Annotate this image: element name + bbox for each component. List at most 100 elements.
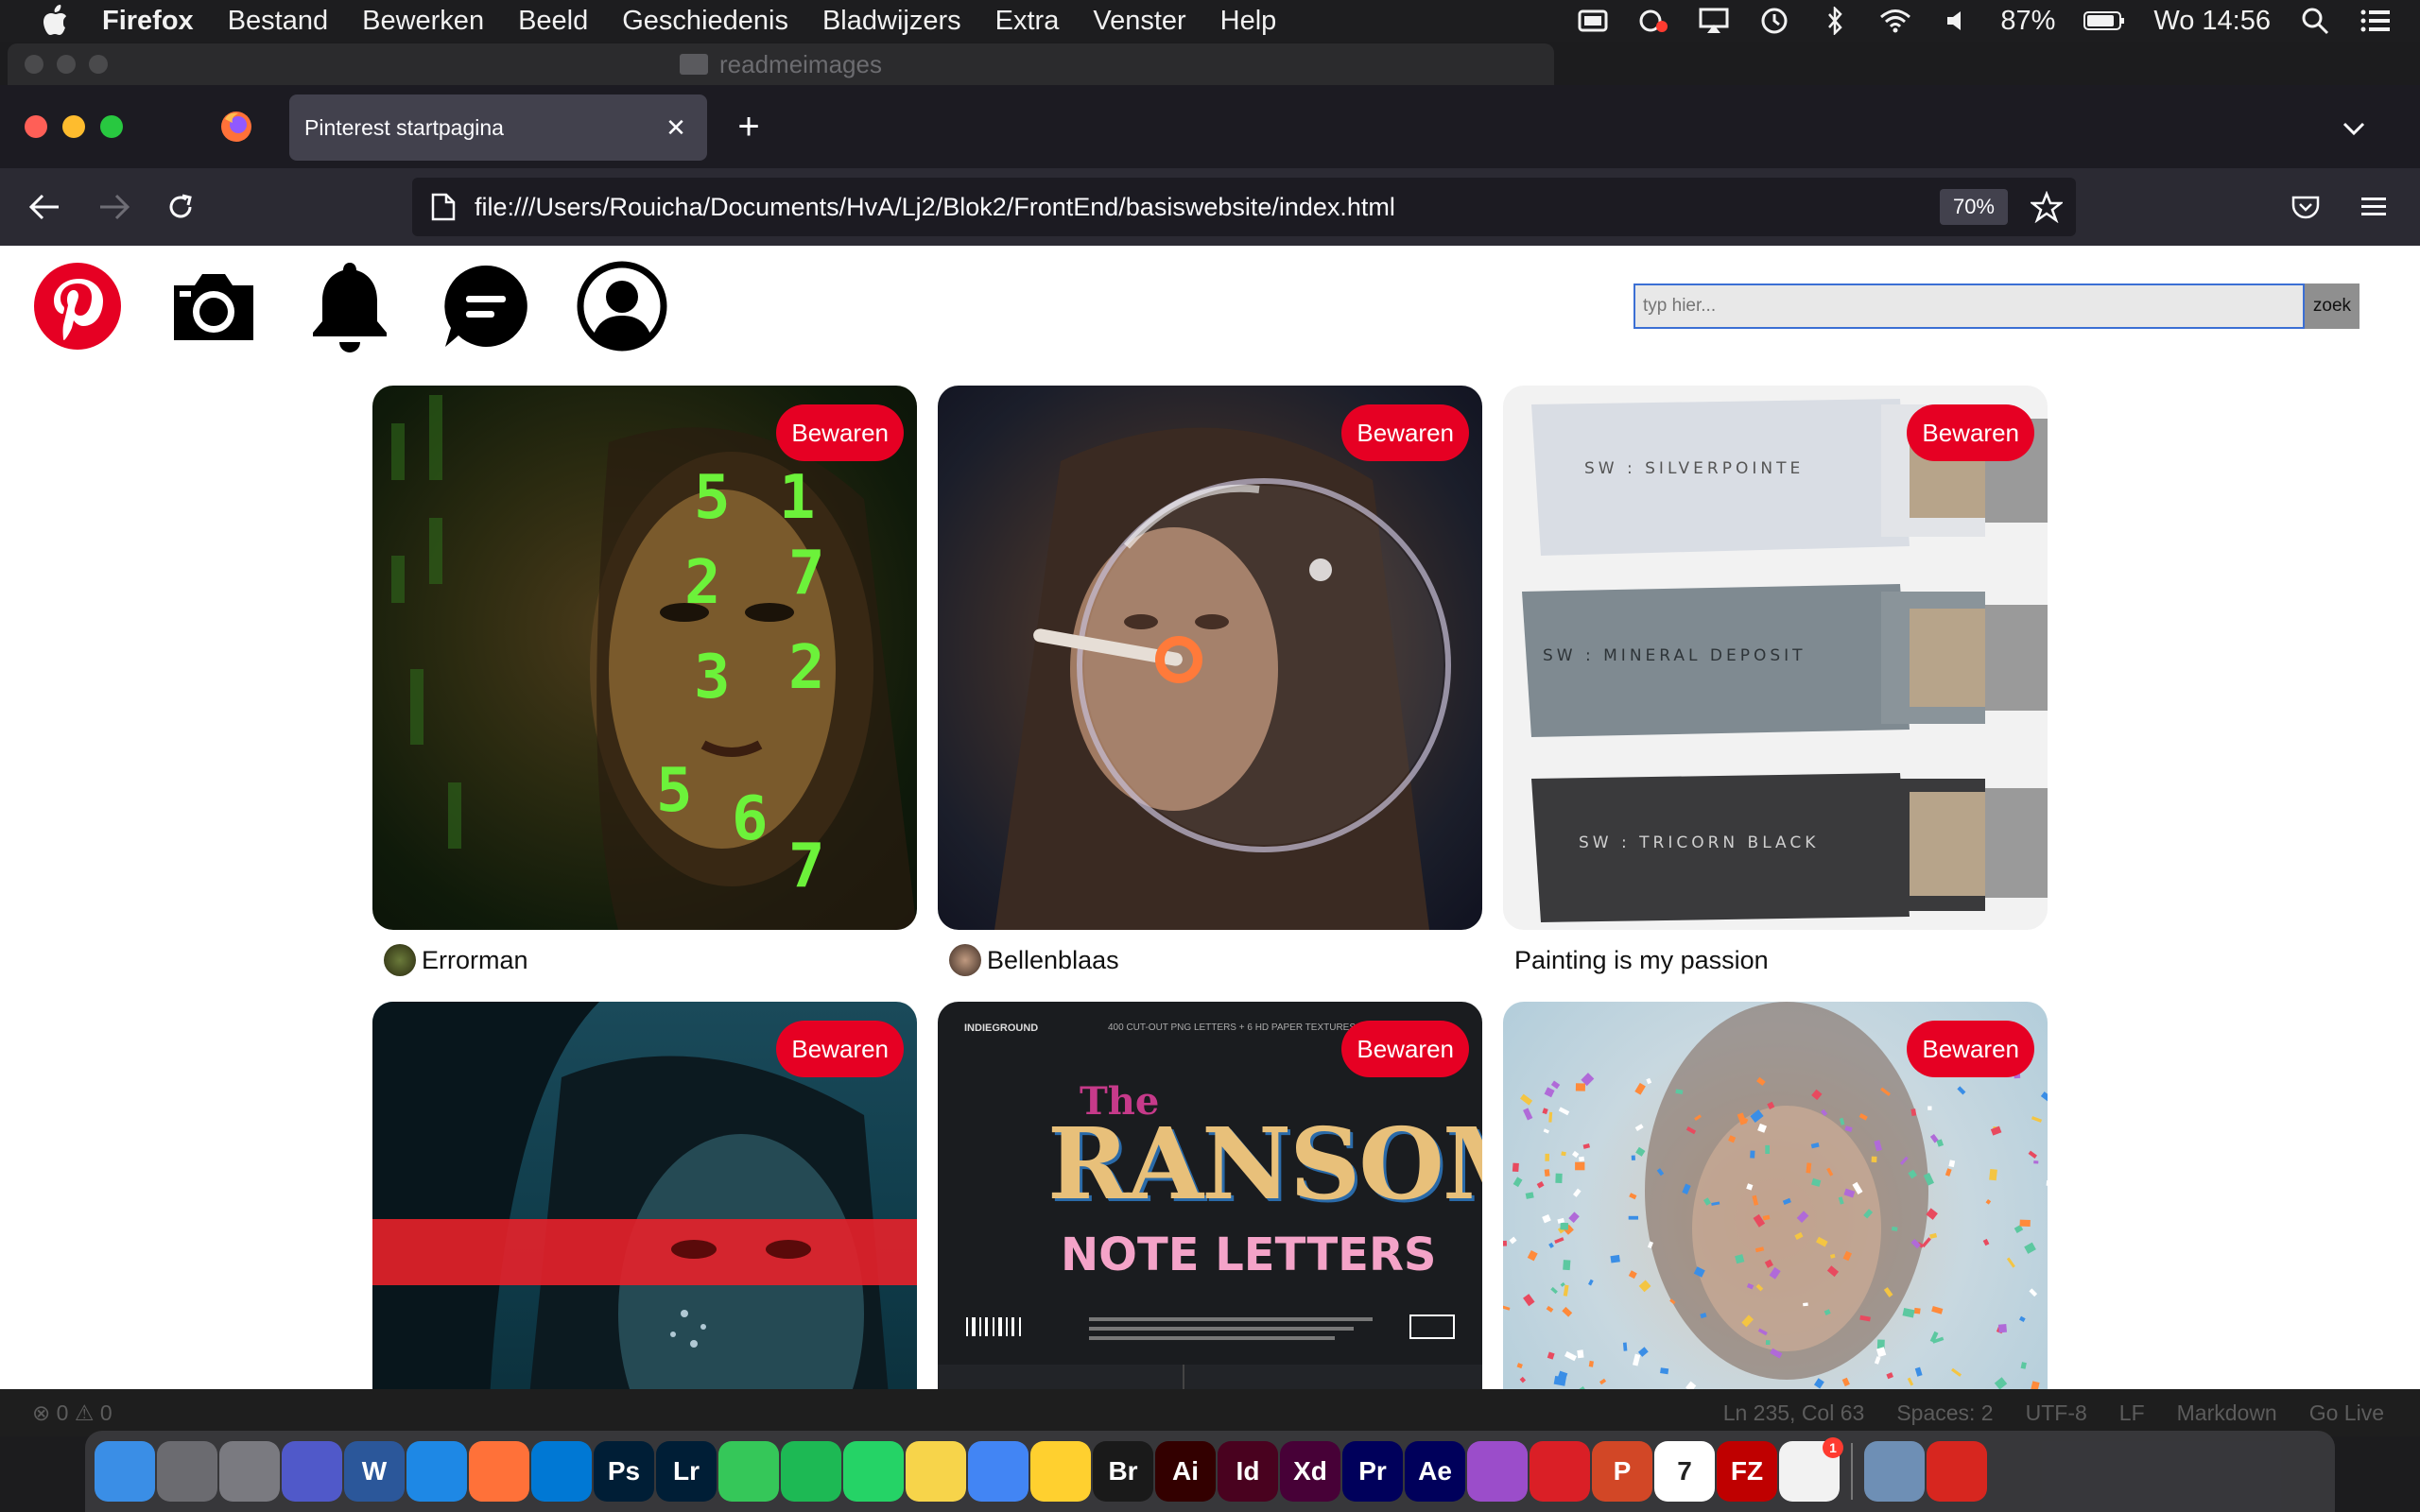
- creative-cloud-icon[interactable]: [1637, 7, 1669, 35]
- pocket-icon[interactable]: [2286, 187, 2325, 227]
- dock-whatsapp-icon[interactable]: [843, 1441, 904, 1502]
- forward-button[interactable]: [95, 187, 134, 227]
- close-window-button[interactable]: [25, 115, 47, 138]
- dock-preview-icon[interactable]: [1864, 1441, 1925, 1502]
- bookmark-star-icon[interactable]: [2029, 190, 2065, 224]
- dock-filezilla-icon[interactable]: FZ: [1717, 1441, 1777, 1502]
- bluetooth-icon[interactable]: [1819, 7, 1851, 35]
- spotlight-search-icon[interactable]: [2299, 7, 2331, 35]
- dock-launchpad-icon[interactable]: [157, 1441, 217, 1502]
- pin-card[interactable]: INDIEGROUND 400 CUT-OUT PNG LETTERS + 6 …: [938, 1002, 1482, 1389]
- menu-geschiedenis[interactable]: Geschiedenis: [622, 6, 788, 37]
- menu-bewerken[interactable]: Bewerken: [362, 6, 484, 37]
- dock-powerpoint-icon[interactable]: P: [1592, 1441, 1652, 1502]
- bell-icon[interactable]: [304, 259, 395, 353]
- pinterest-logo-icon[interactable]: [32, 259, 123, 353]
- save-button[interactable]: Bewaren: [776, 404, 904, 461]
- pin-image-red-light-face[interactable]: Bewaren: [372, 1002, 917, 1389]
- pin-card[interactable]: Bewaren Bellenblaas: [938, 386, 1482, 977]
- dock-word-icon[interactable]: W: [344, 1441, 405, 1502]
- save-button[interactable]: Bewaren: [1907, 1021, 2034, 1077]
- dock-photoshop-icon[interactable]: Ps: [594, 1441, 654, 1502]
- menu-extra[interactable]: Extra: [995, 6, 1060, 37]
- dock-finder-icon[interactable]: [95, 1441, 155, 1502]
- save-button[interactable]: Bewaren: [1907, 404, 2034, 461]
- apple-icon[interactable]: [36, 2, 74, 40]
- zoom-level-badge[interactable]: 70%: [1939, 189, 2008, 225]
- background-window-titlebar[interactable]: readmeimages: [8, 43, 1554, 85]
- camera-icon[interactable]: [168, 259, 259, 353]
- tab-pinterest[interactable]: Pinterest startpagina ✕: [289, 94, 707, 161]
- problems-count[interactable]: ⊗ 0 ⚠ 0: [32, 1400, 112, 1426]
- save-button[interactable]: Bewaren: [776, 1021, 904, 1077]
- dock-teams-icon[interactable]: [282, 1441, 342, 1502]
- cursor-position[interactable]: Ln 235, Col 63: [1723, 1400, 1865, 1426]
- url-bar[interactable]: file:///Users/Rouicha/Documents/HvA/Lj2/…: [412, 178, 2076, 236]
- dock-after-effects-icon[interactable]: Ae: [1405, 1441, 1465, 1502]
- save-button[interactable]: Bewaren: [1341, 1021, 1469, 1077]
- pin-card[interactable]: SW : SILVERPOINTE SW : MINERAL DEPOSIT S…: [1503, 386, 2048, 977]
- language-mode[interactable]: Markdown: [2177, 1400, 2277, 1426]
- dock-spotify-icon[interactable]: [781, 1441, 841, 1502]
- dock-xd-icon[interactable]: Xd: [1280, 1441, 1340, 1502]
- search-button[interactable]: zoek: [2305, 284, 2360, 329]
- volume-icon[interactable]: [1940, 7, 1972, 35]
- dock-illustrator-icon[interactable]: Ai: [1155, 1441, 1216, 1502]
- dock-system-preferences-icon[interactable]: [219, 1441, 280, 1502]
- battery-icon[interactable]: [2083, 7, 2125, 35]
- chevron-down-icon[interactable]: [2337, 112, 2371, 146]
- time-machine-icon[interactable]: [1758, 7, 1790, 35]
- new-tab-button[interactable]: +: [730, 106, 768, 147]
- menu-bestand[interactable]: Bestand: [228, 6, 328, 37]
- hamburger-menu-icon[interactable]: [2354, 187, 2394, 227]
- pin-image-paint-swatches[interactable]: SW : SILVERPOINTE SW : MINERAL DEPOSIT S…: [1503, 386, 2048, 930]
- back-button[interactable]: [25, 187, 64, 227]
- pin-image-ransom-letters[interactable]: INDIEGROUND 400 CUT-OUT PNG LETTERS + 6 …: [938, 1002, 1482, 1389]
- dock-indesign-icon[interactable]: Id: [1218, 1441, 1278, 1502]
- reload-button[interactable]: [161, 187, 200, 227]
- dock-safari-icon[interactable]: [406, 1441, 467, 1502]
- avatar[interactable]: [949, 944, 981, 976]
- dock-lightroom-icon[interactable]: Lr: [656, 1441, 717, 1502]
- menu-bladwijzers[interactable]: Bladwijzers: [822, 6, 961, 37]
- firefox-logo-icon[interactable]: [219, 110, 253, 144]
- dock-chrome-icon[interactable]: [968, 1441, 1028, 1502]
- pin-image-matrix-face[interactable]: 51 27 32 567 Bewaren: [372, 386, 917, 930]
- dock-firefox-icon[interactable]: [469, 1441, 529, 1502]
- save-button[interactable]: Bewaren: [1341, 404, 1469, 461]
- dock-acrobat-icon[interactable]: [1927, 1441, 1987, 1502]
- dock-bridge-icon[interactable]: Br: [1093, 1441, 1153, 1502]
- menubar-clock[interactable]: Wo 14:56: [2153, 6, 2271, 37]
- zoom-window-button[interactable]: [100, 115, 123, 138]
- airplay-icon[interactable]: [1698, 7, 1730, 35]
- dock-podcasts-icon[interactable]: [1467, 1441, 1528, 1502]
- control-center-icon[interactable]: [2360, 7, 2392, 35]
- minimize-window-button[interactable]: [62, 115, 85, 138]
- dock-calendar-icon[interactable]: 7: [1654, 1441, 1715, 1502]
- menubar-app-name[interactable]: Firefox: [102, 6, 194, 37]
- dock-premiere-icon[interactable]: Pr: [1342, 1441, 1403, 1502]
- menu-beeld[interactable]: Beeld: [518, 6, 588, 37]
- pin-card[interactable]: Bewaren: [372, 1002, 917, 1389]
- dock-notes-icon[interactable]: [906, 1441, 966, 1502]
- pin-image-bubble[interactable]: Bewaren: [938, 386, 1482, 930]
- end-of-line[interactable]: LF: [2119, 1400, 2145, 1426]
- dock-vs-code-icon[interactable]: [531, 1441, 592, 1502]
- user-profile-icon[interactable]: [577, 259, 667, 353]
- dock-miro-icon[interactable]: [1030, 1441, 1091, 1502]
- dock-creative-cloud-icon[interactable]: [1530, 1441, 1590, 1502]
- url-text[interactable]: file:///Users/Rouicha/Documents/HvA/Lj2/…: [475, 193, 1395, 222]
- pin-image-confetti[interactable]: Bewaren: [1503, 1002, 2048, 1389]
- avatar[interactable]: [384, 944, 416, 976]
- indentation-spaces[interactable]: Spaces: 2: [1896, 1400, 1993, 1426]
- dock-reminders-icon[interactable]: 1: [1779, 1437, 1843, 1502]
- file-encoding[interactable]: UTF-8: [2026, 1400, 2087, 1426]
- close-tab-icon[interactable]: ✕: [662, 113, 690, 142]
- pin-card[interactable]: 51 27 32 567 Bewaren Errorman: [372, 386, 917, 977]
- wifi-icon[interactable]: [1879, 7, 1911, 35]
- menu-help[interactable]: Help: [1220, 6, 1277, 37]
- go-live-button[interactable]: Go Live: [2309, 1400, 2384, 1426]
- chat-bubble-icon[interactable]: [441, 259, 531, 353]
- dock-facetime-icon[interactable]: [718, 1441, 779, 1502]
- menu-venster[interactable]: Venster: [1093, 6, 1185, 37]
